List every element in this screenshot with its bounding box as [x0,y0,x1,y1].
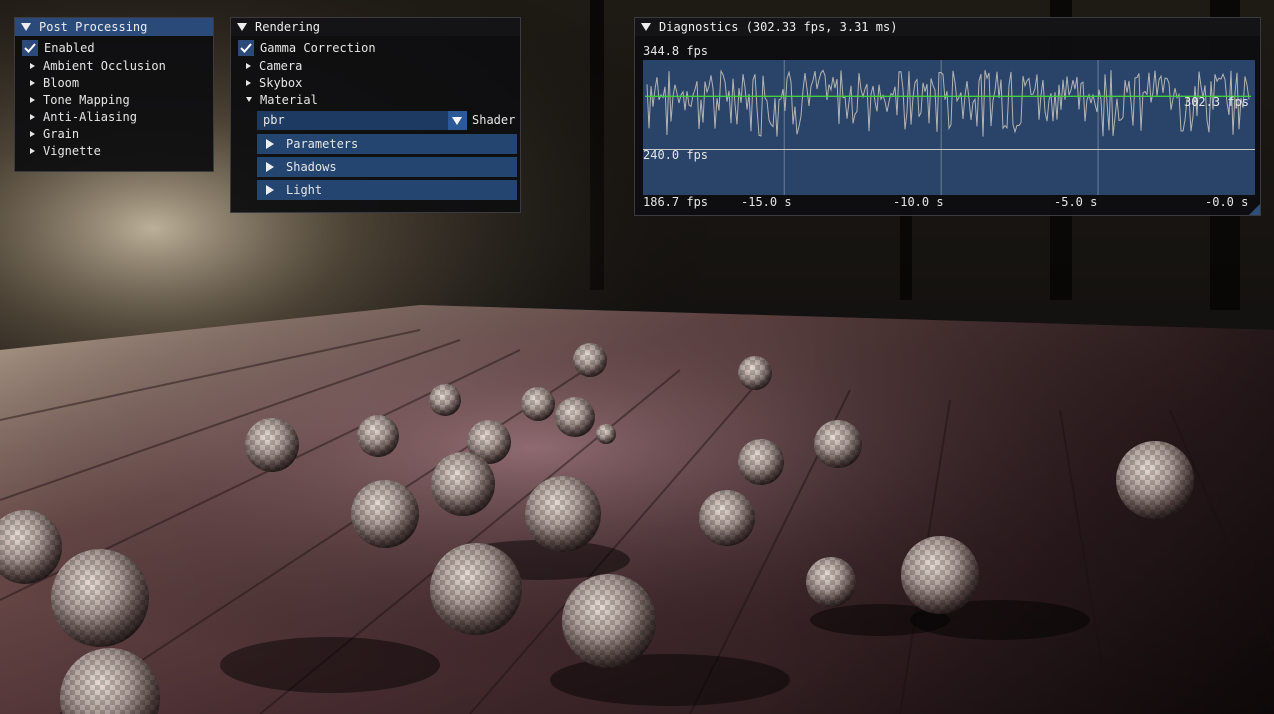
tree-item-camera[interactable]: Camera [231,58,520,75]
tree-item-label: Material [260,93,318,107]
time-tick-label: -0.0 s [1205,195,1249,209]
expand-arrow-icon [30,113,35,120]
expand-arrow-icon [30,96,35,103]
sphere-checker [596,424,616,444]
sphere-checker [699,490,755,546]
gamma-correction-checkbox-row[interactable]: Gamma Correction [231,38,520,58]
tree-item-vignette[interactable]: Vignette [15,143,213,160]
sphere-checker [525,476,601,552]
sphere-checker [901,536,979,614]
tree-item-anti-aliasing[interactable]: Anti-Aliasing [15,109,213,126]
expand-arrow-icon [266,184,274,195]
header-label: Parameters [286,137,359,151]
post-processing-title-bar[interactable]: Post Processing [15,18,213,36]
expand-arrow-icon [30,79,35,86]
shader-label: Shader [472,113,516,127]
tree-item-label: Skybox [259,76,303,90]
sphere-checker [351,480,419,548]
header-shadows[interactable]: Shadows [257,157,517,177]
collapse-arrow-icon[interactable] [237,22,247,31]
expand-arrow-icon [30,62,35,69]
header-label: Light [286,183,323,197]
dropdown-arrow-icon[interactable] [448,111,467,130]
expanded-arrow-icon [246,97,252,102]
diagnostics-title-bar[interactable]: Diagnostics (302.33 fps, 3.31 ms) [635,18,1260,36]
sphere-checker [555,397,595,437]
resize-grip-icon[interactable] [1249,204,1260,215]
rendering-title: Rendering [255,20,321,34]
tree-item-label: Ambient Occlusion [43,59,166,73]
sphere-checker [521,387,555,421]
header-light[interactable]: Light [257,180,517,200]
shader-combo-row: pbr Shader [257,111,520,131]
tree-item-label: Camera [259,59,303,73]
tree-item-skybox[interactable]: Skybox [231,75,520,92]
expand-arrow-icon [266,161,274,172]
sphere-checker [814,420,862,468]
check-icon [240,42,252,53]
enabled-checkbox[interactable] [22,39,38,56]
enabled-checkbox-row[interactable]: Enabled [15,38,213,58]
plot-max-label: 344.8 fps [643,44,709,58]
plot-current-label: 302.3 fps [1183,95,1249,109]
time-tick-label: -5.0 s [1054,195,1098,209]
diagnostics-title: Diagnostics (302.33 fps, 3.31 ms) [659,20,898,34]
sphere-checker [1116,441,1194,519]
plot-threshold-label: 240.0 fps [643,148,709,162]
shader-combo[interactable]: pbr [257,111,467,130]
rendering-window: Rendering Gamma Correction Camera Skybox… [230,17,521,213]
frame-time-plot[interactable]: 302.3 fps 240.0 fps [643,60,1255,195]
tree-item-label: Bloom [43,76,80,90]
tree-item-grain[interactable]: Grain [15,126,213,143]
sphere-checker [562,574,656,668]
tree-item-label: Vignette [43,144,101,158]
diagnostics-window: Diagnostics (302.33 fps, 3.31 ms) 344.8 … [634,17,1261,216]
expand-arrow-icon [30,147,35,154]
tree-item-label: Grain [43,127,80,141]
fps-graph [643,60,1255,195]
sphere-checker [430,543,522,635]
sphere-checker [738,356,772,390]
expand-arrow-icon [246,79,251,86]
tree-item-tone-mapping[interactable]: Tone Mapping [15,92,213,109]
time-tick-label: -10.0 s [893,195,944,209]
sphere-checker [573,343,607,377]
collapse-arrow-icon[interactable] [21,22,31,31]
header-label: Shadows [286,160,337,174]
post-processing-window: Post Processing Enabled Ambient Occlusio… [14,17,214,172]
tree-item-label: Anti-Aliasing [43,110,137,124]
shader-combo-value: pbr [263,113,285,127]
enabled-label: Enabled [44,41,95,55]
rendering-title-bar[interactable]: Rendering [231,18,520,36]
expand-arrow-icon [30,130,35,137]
sphere-checker [431,452,495,516]
sphere-checker [806,557,856,607]
collapse-arrow-icon[interactable] [641,22,651,31]
tree-item-material[interactable]: Material [231,92,520,109]
sphere-checker [245,418,299,472]
sphere-checker [51,549,149,647]
gamma-correction-label: Gamma Correction [260,41,376,55]
plot-min-label: 186.7 fps [643,195,709,209]
expand-arrow-icon [246,62,251,69]
tree-item-ambient-occlusion[interactable]: Ambient Occlusion [15,58,213,75]
check-icon [24,42,36,53]
sphere-checker [357,415,399,457]
tree-item-label: Tone Mapping [43,93,130,107]
post-processing-title: Post Processing [39,20,148,34]
expand-arrow-icon [266,138,274,149]
header-parameters[interactable]: Parameters [257,134,517,154]
tree-item-bloom[interactable]: Bloom [15,75,213,92]
sphere-checker [429,384,461,416]
sphere-checker [738,439,784,485]
time-tick-label: -15.0 s [741,195,792,209]
gamma-correction-checkbox[interactable] [238,39,254,56]
fps-trace-line [646,69,1250,137]
